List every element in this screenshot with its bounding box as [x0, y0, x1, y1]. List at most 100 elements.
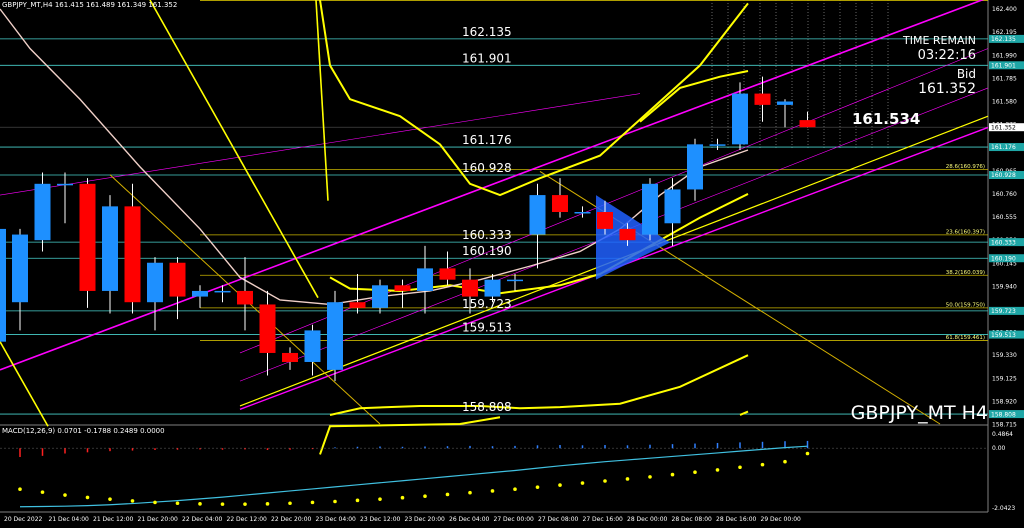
macd-signal-dot [738, 465, 742, 470]
price-tick-label: 159.125 [992, 375, 1017, 382]
macd-signal-dot [490, 489, 495, 493]
bid-value: 161.352 [918, 81, 976, 97]
candle-body [687, 144, 703, 190]
chart-root: 0.0(162.475)28.6(160.976)23.6(160.397)38… [0, 0, 1024, 524]
candle-body [282, 352, 298, 362]
time-tick-label: 20 Dec 2022 [4, 516, 43, 523]
candle-body [102, 206, 118, 291]
highlight-price: 161.534 [852, 110, 920, 128]
candle-body [664, 189, 681, 224]
macd-signal-dot [63, 493, 67, 497]
candle-body [642, 183, 658, 235]
macd-signal-dot [468, 490, 472, 495]
macd-signal-dot [198, 502, 202, 506]
macd-signal-dot [175, 501, 180, 506]
price-level-label: 162.135 [462, 25, 512, 39]
price-level-label: 160.333 [462, 228, 512, 242]
price-tick-label: 158.715 [992, 422, 1017, 429]
price-tick-label: 161.990 [992, 52, 1017, 59]
macd-signal-dot [580, 481, 585, 485]
macd-signal-dot [378, 497, 382, 501]
macd-signal-dot [783, 459, 787, 464]
price-tag-label: 161.176 [991, 144, 1016, 151]
macd-tick-label: 0.00 [992, 445, 1006, 452]
price-level-label: 159.723 [462, 297, 512, 311]
macd-signal-dot [310, 500, 315, 505]
chart-canvas: 0.0(162.475)28.6(160.976)23.6(160.397)38… [0, 0, 1024, 524]
macd-signal-dot [715, 468, 720, 472]
time-tick-label: 22 Dec 12:00 [227, 516, 268, 523]
time-tick-label: 21 Dec 12:00 [93, 516, 134, 523]
macd-signal-dot [265, 502, 270, 506]
price-level-label: 159.513 [462, 321, 512, 335]
fib-level-label: 50.0(159.750) [946, 302, 985, 308]
macd-signal-dot [558, 483, 562, 487]
candle-body [259, 304, 276, 353]
macd-signal-dot [288, 501, 292, 506]
candle-body [34, 183, 51, 241]
macd-signal-dot [603, 479, 607, 483]
candle-body [799, 120, 816, 128]
price-level-label: 161.901 [462, 51, 512, 65]
price-level-label: 158.808 [462, 400, 512, 414]
candle-body [394, 285, 411, 291]
macd-signal-dot [220, 502, 225, 506]
candle-body [507, 279, 523, 282]
bid-label: Bid [957, 67, 976, 81]
price-tick-label: 160.760 [992, 191, 1017, 198]
macd-signal-dot [333, 499, 337, 504]
price-tick-label: 159.940 [992, 283, 1017, 290]
candle-body [754, 93, 771, 105]
time-tick-label: 28 Dec 08:00 [672, 516, 713, 523]
candle-body [304, 330, 321, 362]
macd-signal-dot [670, 472, 675, 477]
candle-body [12, 234, 28, 303]
macd-signal-dot [513, 487, 517, 492]
macd-signal-dot [153, 500, 157, 505]
price-tick-label: 158.920 [992, 398, 1017, 405]
macd-signal-dot [40, 490, 45, 494]
price-tag-label: 162.135 [991, 36, 1016, 43]
macd-signal-dot [535, 485, 540, 489]
price-tag-label: 160.190 [991, 255, 1016, 262]
candle-body [574, 212, 591, 214]
fib-level-label: 23.6(160.397) [946, 229, 985, 235]
price-level-label: 160.928 [462, 161, 512, 175]
price-level-label: 160.190 [462, 244, 512, 258]
time-tick-label: 27 Dec 16:00 [583, 516, 624, 523]
macd-signal-dot [108, 497, 112, 501]
macd-label: MACD(12,26,9) 0.0701 -0.1788 0.2489 0.00… [2, 427, 165, 435]
macd-tick-label: 0.4864 [992, 431, 1013, 438]
time-tick-label: 28 Dec 00:00 [627, 516, 668, 523]
time-tick-label: 29 Dec 00:00 [761, 516, 802, 523]
price-tick-label: 159.330 [992, 352, 1017, 359]
time-tick-label: 23 Dec 20:00 [405, 516, 446, 523]
candle-body [552, 195, 568, 212]
price-tag-label: 158.808 [991, 411, 1016, 418]
price-tick-label: 161.580 [992, 98, 1017, 105]
time-tick-label: 23 Dec 04:00 [316, 516, 357, 523]
price-tag-label: 160.333 [991, 239, 1016, 246]
candle-body [327, 302, 343, 370]
candle-body [237, 290, 253, 305]
price-level-label: 161.176 [462, 133, 512, 147]
price-tick-label: 162.400 [992, 6, 1017, 13]
time-tick-label: 22 Dec 04:00 [182, 516, 223, 523]
candle-body [169, 262, 186, 297]
macd-signal-dot [445, 492, 450, 497]
fib-level-label: 38.2(160.039) [946, 270, 985, 276]
price-tag-label: 159.513 [991, 332, 1016, 339]
fib-level-label: 61.8(159.461) [946, 335, 985, 341]
price-tag-label: 159.723 [991, 308, 1016, 315]
candle-body [484, 279, 501, 297]
candle-body [417, 268, 433, 291]
time-tick-label: 26 Dec 04:00 [449, 516, 490, 523]
time-tick-label: 27 Dec 00:00 [494, 516, 535, 523]
macd-signal-dot [423, 494, 427, 499]
time-remain-label: TIME REMAIN [902, 34, 976, 47]
macd-signal-dot [648, 475, 652, 479]
candle-body [124, 206, 141, 303]
candle-body [57, 183, 73, 186]
macd-signal-dot [130, 499, 135, 503]
candle-body [0, 228, 6, 342]
